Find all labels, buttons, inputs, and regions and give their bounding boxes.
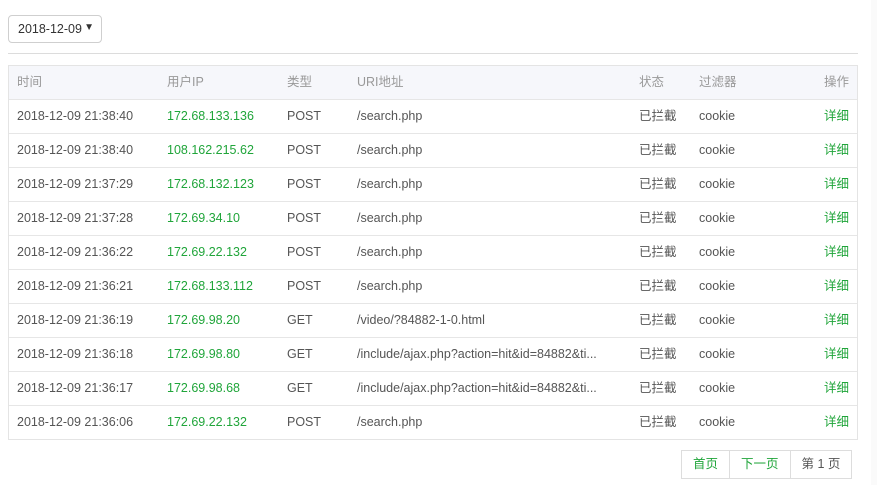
- cell-time: 2018-12-09 21:36:22: [17, 245, 134, 259]
- header-filter: 过滤器: [699, 75, 737, 89]
- detail-link[interactable]: 详细: [824, 168, 849, 201]
- cell-uri: /include/ajax.php?action=hit&id=84882&ti…: [357, 381, 597, 395]
- cell-type: POST: [287, 415, 322, 429]
- cell-status: 已拦截: [639, 143, 677, 157]
- cell-time: 2018-12-09 21:36:18: [17, 347, 134, 361]
- cell-type: POST: [287, 211, 322, 225]
- cell-ip: 172.69.34.10: [167, 211, 240, 225]
- cell-time: 2018-12-09 21:37:28: [17, 211, 134, 225]
- cell-uri: /search.php: [357, 415, 423, 429]
- table-row: 2018-12-09 21:36:17 172.69.98.68 GET/inclu…: [9, 371, 857, 405]
- header-type: 类型: [287, 75, 313, 89]
- cell-uri: /search.php: [357, 177, 423, 191]
- cell-type: POST: [287, 279, 322, 293]
- detail-link[interactable]: 详细: [824, 100, 849, 133]
- header-status: 状态: [639, 75, 665, 89]
- cell-ip: 172.69.98.20: [167, 313, 240, 327]
- cell-filter: cookie: [699, 381, 736, 395]
- cell-ip: 172.69.98.80: [167, 347, 240, 361]
- cell-time: 2018-12-09 21:38:40: [17, 143, 134, 157]
- cell-uri: /search.php: [357, 245, 423, 259]
- detail-link[interactable]: 详细: [824, 202, 849, 235]
- header-time: 时间: [17, 75, 43, 89]
- detail-link[interactable]: 详细: [824, 338, 849, 371]
- cell-filter: cookie: [699, 109, 736, 123]
- chevron-down-icon: ▼: [84, 22, 94, 33]
- detail-link[interactable]: 详细: [824, 372, 849, 405]
- cell-status: 已拦截: [639, 245, 677, 259]
- cell-time: 2018-12-09 21:37:29: [17, 177, 134, 191]
- table-header: 时间 用户IP 类型 URI地址 状态 过滤器 操作: [9, 66, 857, 99]
- cell-status: 已拦截: [639, 381, 677, 395]
- cell-uri: /search.php: [357, 211, 423, 225]
- cell-uri: /search.php: [357, 109, 423, 123]
- log-table: 时间 用户IP 类型 URI地址 状态 过滤器 操作 2018-12-09 21…: [8, 65, 858, 440]
- cell-type: GET: [287, 381, 313, 395]
- cell-type: GET: [287, 347, 313, 361]
- cell-uri: /search.php: [357, 143, 423, 157]
- cell-filter: cookie: [699, 415, 736, 429]
- next-page-button[interactable]: 下一页: [729, 451, 790, 478]
- table-row: 2018-12-09 21:36:06 172.69.22.132 POST/sea…: [9, 405, 857, 439]
- cell-type: POST: [287, 177, 322, 191]
- cell-status: 已拦截: [639, 347, 677, 361]
- date-select-value: 2018-12-09: [18, 22, 82, 36]
- cell-filter: cookie: [699, 279, 736, 293]
- cell-status: 已拦截: [639, 211, 677, 225]
- cell-filter: cookie: [699, 347, 736, 361]
- table-row: 2018-12-09 21:36:21 172.68.133.112 POST/se…: [9, 269, 857, 303]
- cell-type: POST: [287, 109, 322, 123]
- cell-ip: 172.69.22.132: [167, 415, 247, 429]
- table-row: 2018-12-09 21:36:22 172.69.22.132 POST/sea…: [9, 235, 857, 269]
- detail-link[interactable]: 详细: [824, 134, 849, 167]
- right-edge: [871, 0, 877, 485]
- cell-type: GET: [287, 313, 313, 327]
- cell-ip: 172.68.132.123: [167, 177, 254, 191]
- detail-link[interactable]: 详细: [824, 236, 849, 269]
- cell-filter: cookie: [699, 211, 736, 225]
- cell-ip: 172.69.22.132: [167, 245, 247, 259]
- cell-type: POST: [287, 245, 322, 259]
- cell-time: 2018-12-09 21:36:21: [17, 279, 134, 293]
- cell-status: 已拦截: [639, 279, 677, 293]
- table-row: 2018-12-09 21:37:29 172.68.132.123 POST/se…: [9, 167, 857, 201]
- cell-ip: 172.68.133.136: [167, 109, 254, 123]
- detail-link[interactable]: 详细: [824, 406, 849, 439]
- detail-link[interactable]: 详细: [824, 270, 849, 303]
- table-row: 2018-12-09 21:37:28 172.69.34.10 POST/sear…: [9, 201, 857, 235]
- cell-filter: cookie: [699, 143, 736, 157]
- table-row: 2018-12-09 21:36:19 172.69.98.20 GET/video…: [9, 303, 857, 337]
- cell-status: 已拦截: [639, 109, 677, 123]
- first-page-button[interactable]: 首页: [682, 451, 729, 478]
- cell-ip: 108.162.215.62: [167, 143, 254, 157]
- divider: [8, 53, 858, 54]
- date-select[interactable]: 2018-12-09 ▼: [8, 15, 102, 43]
- table-row: 2018-12-09 21:38:40 172.68.133.136 POST/se…: [9, 99, 857, 133]
- table-row: 2018-12-09 21:36:18 172.69.98.80 GET/inclu…: [9, 337, 857, 371]
- cell-time: 2018-12-09 21:38:40: [17, 109, 134, 123]
- cell-uri: /video/?84882-1-0.html: [357, 313, 485, 327]
- cell-filter: cookie: [699, 177, 736, 191]
- detail-link[interactable]: 详细: [824, 304, 849, 337]
- header-ip: 用户IP: [167, 75, 204, 89]
- cell-ip: 172.68.133.112: [167, 279, 253, 293]
- cell-status: 已拦截: [639, 177, 677, 191]
- table-row: 2018-12-09 21:38:40 108.162.215.62 POST/se…: [9, 133, 857, 167]
- cell-filter: cookie: [699, 245, 736, 259]
- cell-filter: cookie: [699, 313, 736, 327]
- cell-time: 2018-12-09 21:36:17: [17, 381, 134, 395]
- header-op: 操作: [823, 75, 849, 89]
- cell-status: 已拦截: [639, 313, 677, 327]
- header-uri: URI地址: [357, 75, 404, 89]
- cell-ip: 172.69.98.68: [167, 381, 240, 395]
- cell-type: POST: [287, 143, 322, 157]
- cell-time: 2018-12-09 21:36:19: [17, 313, 134, 327]
- pagination: 首页 下一页 第 1 页: [681, 450, 853, 479]
- cell-time: 2018-12-09 21:36:06: [17, 415, 134, 429]
- cell-uri: /search.php: [357, 279, 423, 293]
- cell-status: 已拦截: [639, 415, 677, 429]
- current-page-label: 第 1 页: [789, 451, 852, 478]
- cell-uri: /include/ajax.php?action=hit&id=84882&ti…: [357, 347, 597, 361]
